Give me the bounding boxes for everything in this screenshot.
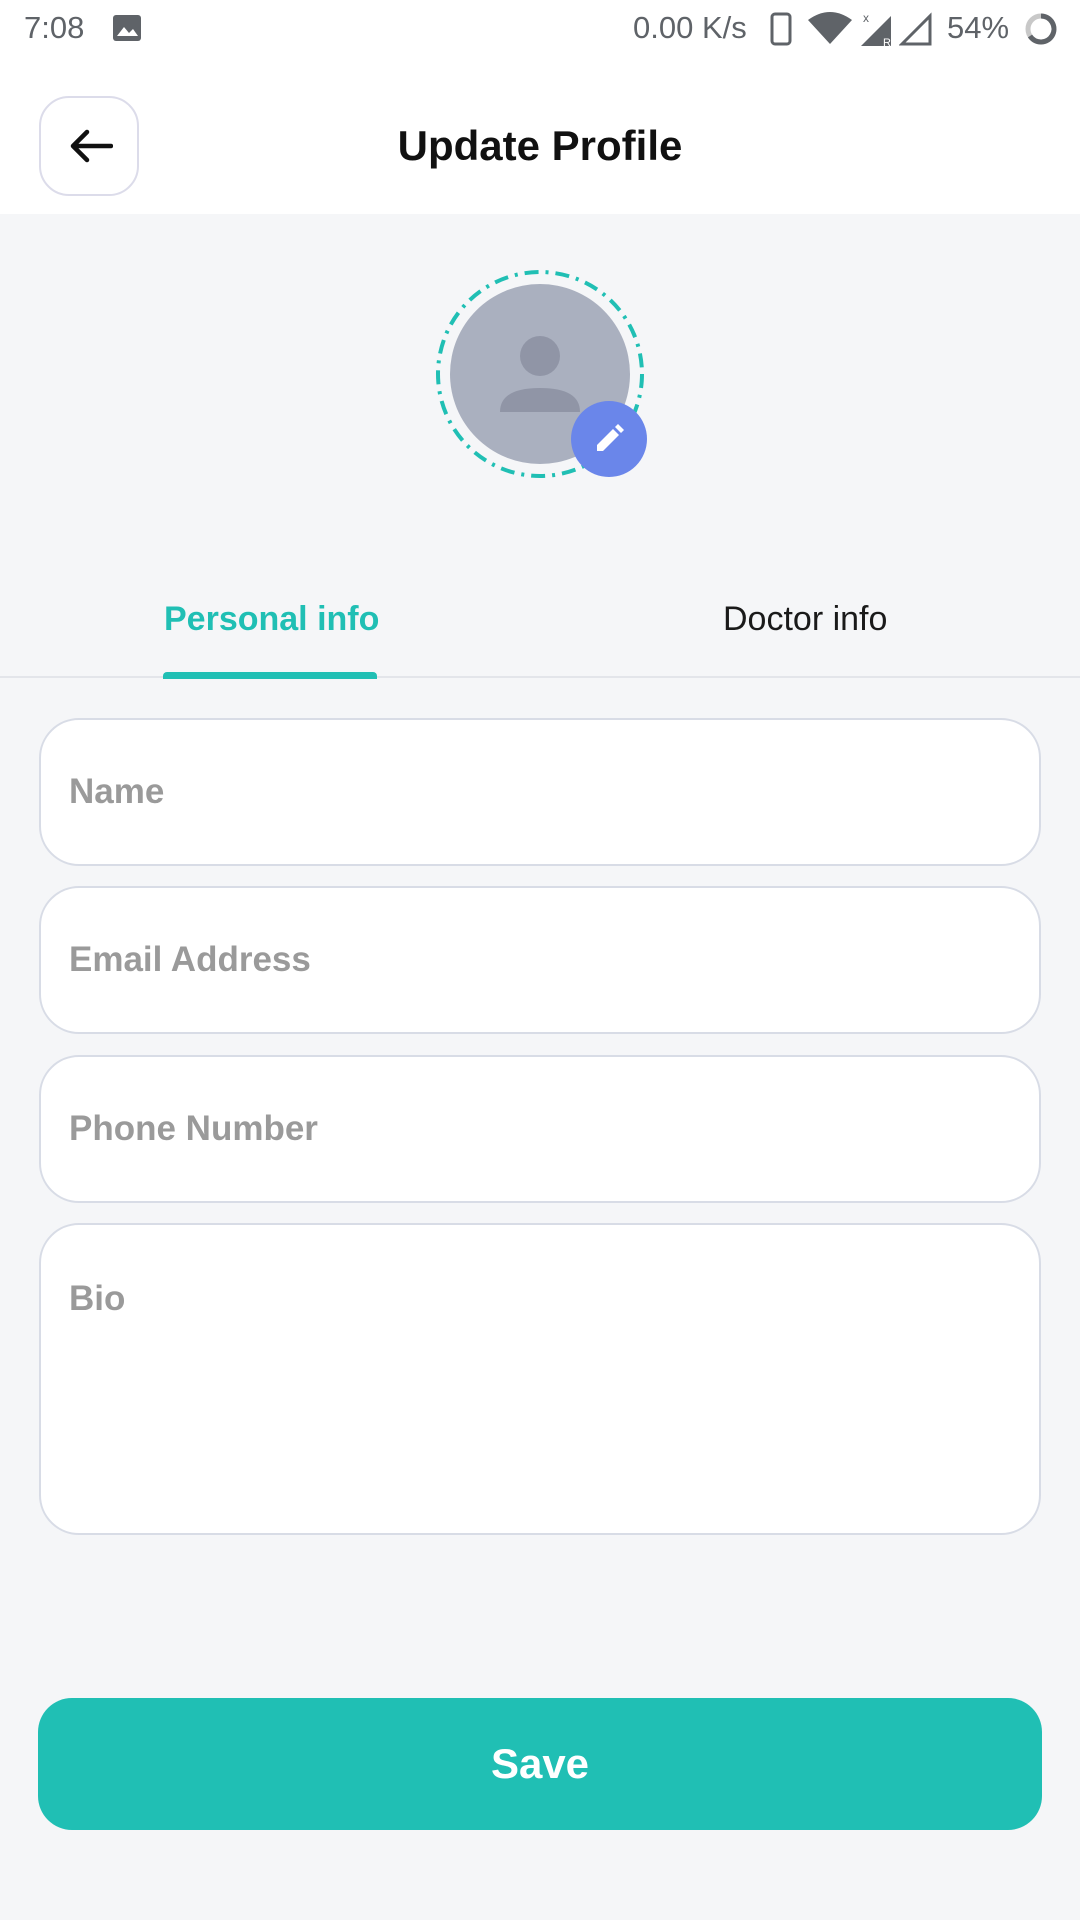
name-input[interactable] (69, 720, 1009, 864)
pencil-icon (597, 424, 624, 451)
bio-field-container (39, 1223, 1041, 1535)
tab-bar: Personal info Doctor info (0, 560, 1080, 679)
svg-text:R: R (883, 37, 891, 48)
header: Update Profile (0, 60, 1080, 214)
phone-icon (770, 12, 792, 46)
svg-text:x: x (863, 11, 869, 25)
email-input[interactable] (69, 888, 1009, 1032)
tab-personal-info[interactable]: Personal info (164, 600, 379, 639)
page-title: Update Profile (397, 122, 683, 169)
save-button[interactable]: Save (38, 1698, 1042, 1830)
status-bar: 7:08 0.00 K/s x R 54% (0, 0, 1080, 60)
image-icon (113, 15, 141, 41)
phone-field-container (39, 1055, 1041, 1203)
battery-percent: 54% (947, 10, 1010, 45)
tab-doctor-info[interactable]: Doctor info (723, 600, 887, 639)
email-field-container (39, 886, 1041, 1034)
wifi-icon (808, 12, 852, 44)
avatar-section (434, 268, 647, 480)
status-time: 7:08 (24, 10, 85, 45)
name-field-container (39, 718, 1041, 866)
battery-icon (1025, 13, 1057, 45)
active-tab-indicator (163, 672, 377, 679)
signal-roaming-icon: x R (861, 11, 891, 48)
signal-icon (899, 12, 932, 46)
edit-avatar-button[interactable] (571, 401, 647, 477)
network-speed: 0.00 K/s (633, 10, 747, 45)
bio-input[interactable] (69, 1279, 1009, 1519)
phone-input[interactable] (69, 1057, 1009, 1201)
